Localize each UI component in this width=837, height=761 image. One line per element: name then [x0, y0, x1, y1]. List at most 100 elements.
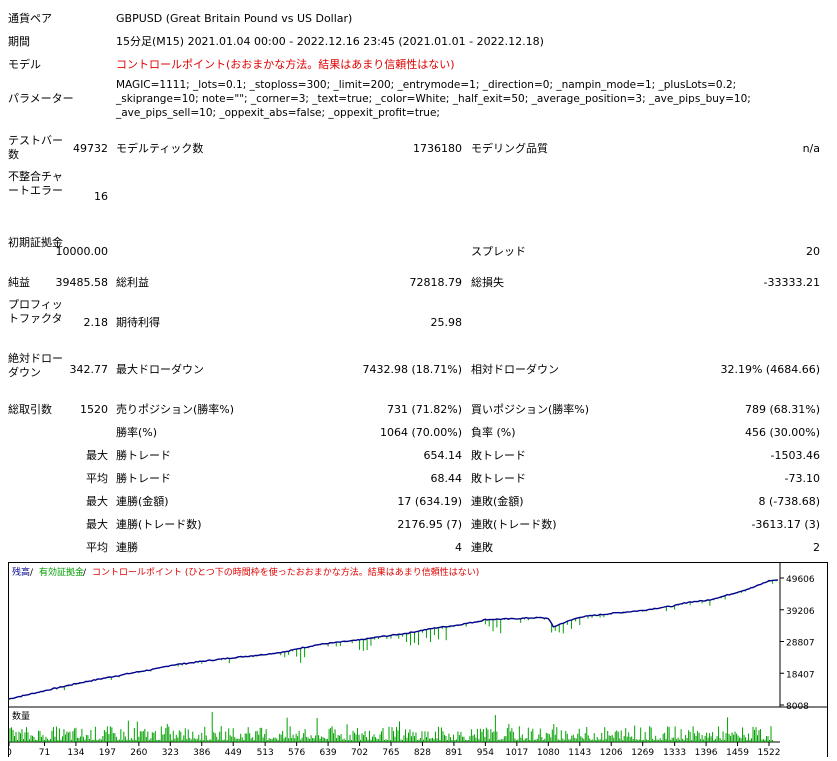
legend-balance: 残高	[12, 566, 30, 578]
largest-win-label: 勝トレード	[116, 449, 171, 462]
max-cons-loss-value: -3613.17 (3)	[751, 518, 820, 531]
x-tick-label: 1269	[631, 748, 654, 757]
x-tick-label: 197	[99, 748, 116, 757]
period-label: 期間	[8, 35, 30, 48]
deposit-value: 10000.00	[55, 245, 109, 258]
avg-cons-wins-value: 4	[455, 541, 462, 554]
quality-value: n/a	[802, 142, 820, 155]
gross-profit-value: 72818.79	[409, 276, 463, 289]
max-dd-value: 7432.98 (18.71%)	[362, 363, 462, 376]
x-tick-label: 576	[288, 748, 305, 757]
abs-dd-value: 342.77	[69, 363, 109, 376]
x-tick-label: 386	[193, 748, 210, 757]
long-value: 789 (68.31%)	[744, 403, 820, 416]
x-tick-label: 1522	[758, 748, 781, 757]
short-value: 731 (71.82%)	[386, 403, 462, 416]
bars-value: 49732	[73, 142, 108, 155]
equity-chart: 残高 / 有効証拠金 / コントロールポイント (ひとつ下の時間枠を使ったおおま…	[6, 562, 828, 758]
pf-value: 2.18	[83, 316, 109, 329]
model-value: コントロールポイント(おおまかな方法。結果はあまり信頼性はない)	[116, 58, 455, 71]
x-tick-label: 828	[414, 748, 431, 757]
x-tick-label: 765	[382, 748, 399, 757]
avg-label: 平均	[86, 472, 108, 485]
max-cons-wins-value: 17 (634.19)	[397, 495, 462, 508]
x-tick-label: 639	[319, 748, 336, 757]
y-tick-label: 28807	[786, 639, 815, 649]
largest-loss-label: 敗トレード	[471, 449, 526, 462]
x-tick-label: 323	[162, 748, 179, 757]
x-tick-label: 71	[39, 748, 50, 757]
gross-profit-label: 総利益	[116, 276, 149, 289]
chart-frame	[8, 562, 828, 758]
avg-loss-value: -73.10	[784, 472, 820, 485]
max-label-3: 最大	[86, 518, 108, 531]
symbol-value: GBPUSD (Great Britain Pound vs US Dollar…	[116, 12, 353, 25]
avg-cons-losses-value: 2	[813, 541, 820, 554]
max-label-2: 最大	[86, 495, 108, 508]
period-value: 15分足(M15) 2021.01.04 00:00 - 2022.12.16 …	[116, 35, 544, 48]
x-tick-label: 1080	[537, 748, 560, 757]
largest-win-value: 654.14	[423, 449, 463, 462]
avg-cons-losses-label: 連敗	[471, 541, 493, 554]
y-tick-label: 49606	[786, 575, 815, 585]
x-tick-label: 891	[445, 748, 462, 757]
params-label: パラメーター	[8, 92, 74, 105]
win-rate-label: 勝率(%)	[116, 426, 158, 439]
gross-loss-value: -33333.21	[763, 276, 820, 289]
x-tick-label: 954	[477, 748, 494, 757]
total-trades-label: 総取引数	[8, 403, 52, 416]
gross-loss-label: 総損失	[471, 276, 504, 289]
x-tick-label: 0	[8, 748, 12, 757]
x-tick-label: 1333	[663, 748, 686, 757]
spread-value: 20	[806, 245, 820, 258]
avg-label-2: 平均	[86, 541, 108, 554]
max-cons-profit-value: 2176.95 (7)	[397, 518, 462, 531]
max-label: 最大	[86, 449, 108, 462]
x-tick-label: 1459	[726, 748, 749, 757]
mismatch-value: 16	[94, 190, 108, 203]
model-label: モデル	[8, 58, 41, 71]
spread-label: スプレッド	[471, 245, 526, 258]
y-tick-label: 8008	[786, 702, 809, 712]
avg-loss-label: 敗トレード	[471, 472, 526, 485]
x-tick-label: 1206	[600, 748, 623, 757]
x-tick-label: 260	[130, 748, 147, 757]
loss-rate-label: 負率 (%)	[471, 426, 516, 439]
volume-label: 数量	[12, 710, 30, 722]
rel-dd-label: 相対ドローダウン	[471, 363, 559, 376]
params-value: MAGIC=1111; _lots=0.1; _stoploss=300; _l…	[116, 79, 751, 119]
ticks-label: モデルティック数	[116, 142, 204, 155]
symbol-label: 通貨ペア	[8, 12, 52, 25]
equity-chart-svg: 残高 / 有効証拠金 / コントロールポイント (ひとつ下の時間枠を使ったおおま…	[6, 562, 828, 758]
long-label: 買いポジション(勝率%)	[471, 403, 590, 416]
y-tick-label: 18407	[786, 670, 815, 680]
max-cons-loss-label: 連敗(トレード数)	[471, 518, 557, 531]
max-dd-label: 最大ドローダウン	[116, 363, 204, 376]
max-cons-losses-value: 8 (-738.68)	[758, 495, 820, 508]
net-value: 39485.58	[55, 276, 109, 289]
max-cons-wins-label: 連勝(金額)	[116, 495, 169, 508]
x-tick-label: 449	[225, 748, 242, 757]
x-tick-label: 1143	[568, 748, 591, 757]
avg-win-value: 68.44	[430, 472, 463, 485]
total-trades-value: 1520	[80, 403, 108, 416]
short-label: 売りポジション(勝率%)	[116, 403, 235, 416]
x-tick-label: 134	[67, 748, 84, 757]
avg-win-label: 勝トレード	[116, 472, 171, 485]
x-tick-label: 1396	[695, 748, 718, 757]
legend-model-note: コントロールポイント (ひとつ下の時間枠を使ったおおまかな方法。結果はあまり信頼…	[92, 566, 479, 578]
legend-equity: 有効証拠金	[39, 566, 84, 578]
rel-dd-value: 32.19% (4684.66)	[720, 363, 820, 376]
expected-label: 期待利得	[116, 316, 160, 329]
quality-label: モデリング品質	[471, 142, 548, 155]
x-tick-label: 702	[351, 748, 368, 757]
ticks-value: 1736180	[413, 142, 462, 155]
y-tick-label: 39206	[786, 607, 815, 617]
largest-loss-value: -1503.46	[770, 449, 820, 462]
net-label: 純益	[8, 276, 30, 289]
x-tick-label: 513	[257, 748, 274, 757]
avg-cons-wins-label: 連勝	[116, 541, 138, 554]
max-cons-losses-label: 連敗(金額)	[471, 495, 524, 508]
x-tick-label: 1017	[505, 748, 528, 757]
win-rate-value: 1064 (70.00%)	[379, 426, 462, 439]
